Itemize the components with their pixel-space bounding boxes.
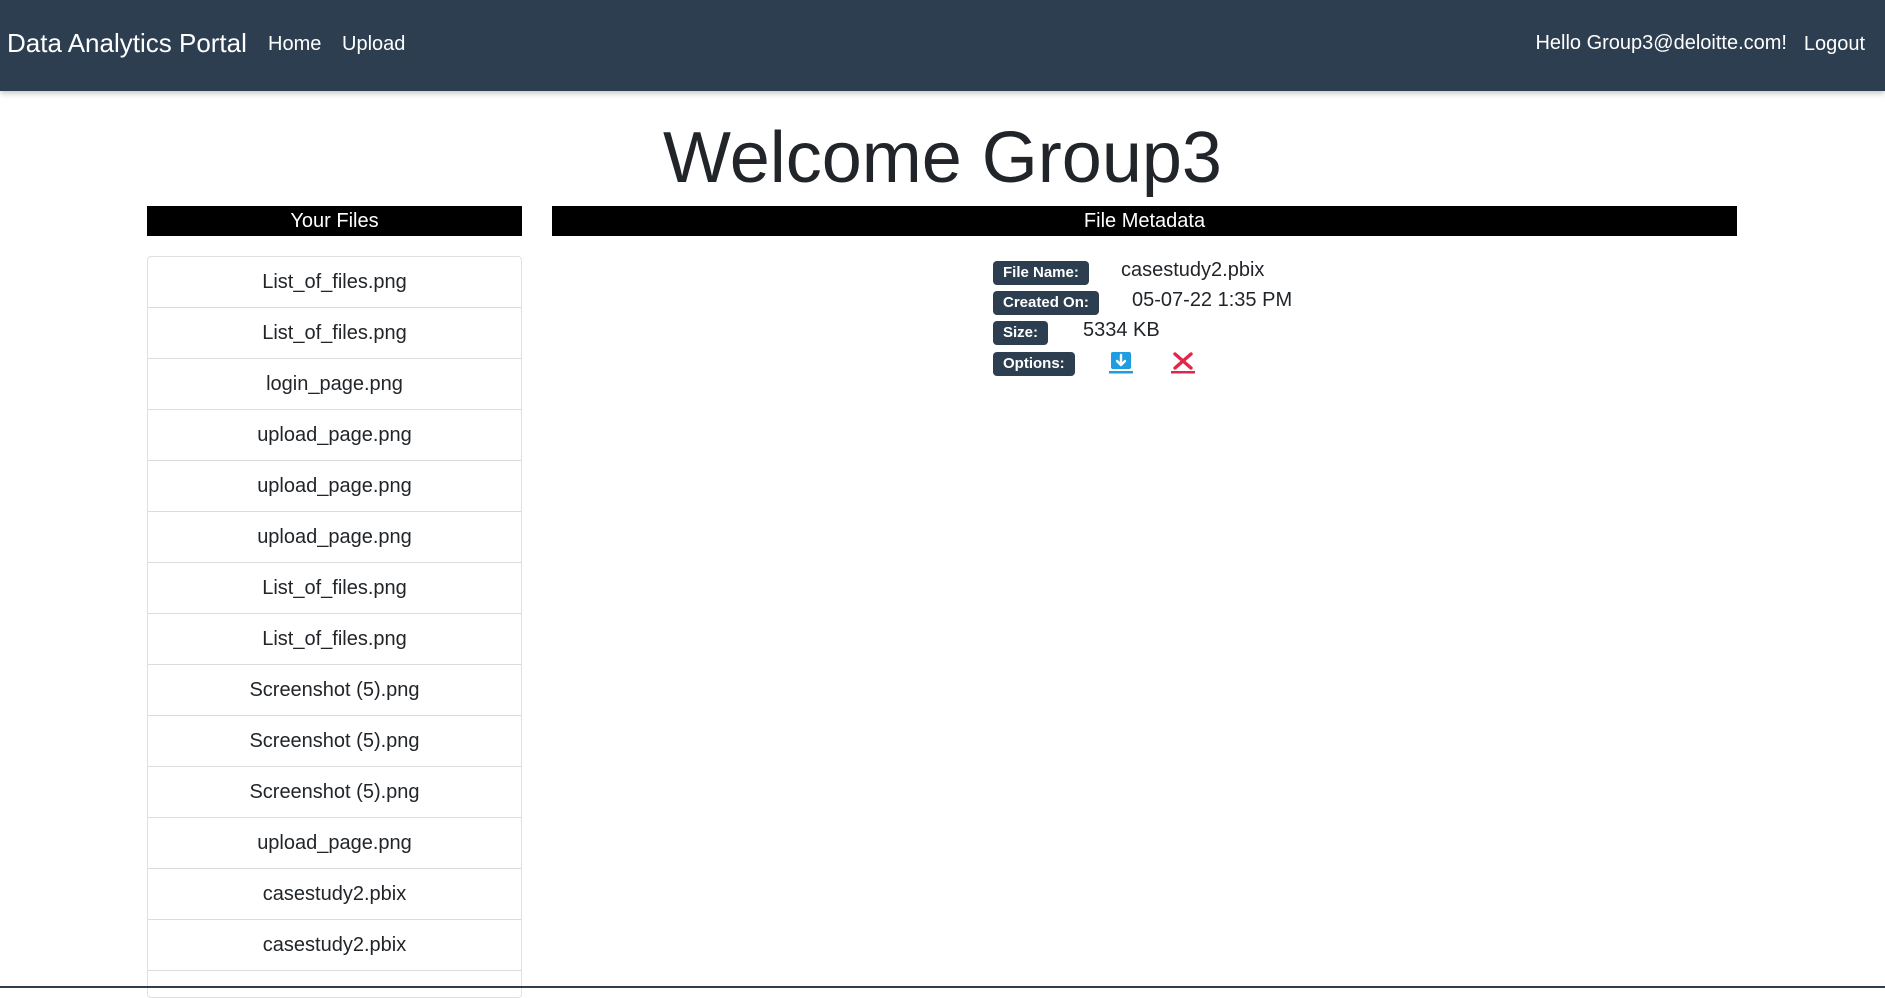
nav-home-link[interactable]: Home xyxy=(268,33,321,56)
brand-link[interactable]: Data Analytics Portal xyxy=(7,28,247,59)
file-list-item[interactable]: Screenshot (5).png xyxy=(148,665,521,716)
file-metadata-header: File Metadata xyxy=(552,206,1737,236)
created-on-badge: Created On: xyxy=(993,291,1099,315)
file-list-item[interactable]: Screenshot (5).png xyxy=(148,716,521,767)
file-list-item[interactable]: List_of_files.png xyxy=(148,308,521,359)
size-value: 5334 KB xyxy=(1083,319,1160,341)
options-badge: Options: xyxy=(993,352,1075,376)
file-list-item[interactable]: List_of_files.png xyxy=(148,614,521,665)
file-list-item[interactable]: upload_page.png xyxy=(148,512,521,563)
file-list-item[interactable]: upload_page.png xyxy=(148,461,521,512)
page-title: Welcome Group3 xyxy=(663,118,1222,198)
file-list: List_of_files.png List_of_files.png logi… xyxy=(147,256,522,998)
file-list-item[interactable]: casestudy2.pbix xyxy=(148,869,521,920)
logout-link[interactable]: Logout xyxy=(1804,33,1865,56)
file-list-item[interactable]: login_page.png xyxy=(148,359,521,410)
delete-icon[interactable] xyxy=(1169,350,1197,376)
file-list-item[interactable] xyxy=(148,971,521,997)
file-list-item[interactable]: casestudy2.pbix xyxy=(148,920,521,971)
user-greeting: Hello Group3@deloitte.com! xyxy=(1535,32,1787,54)
nav-upload-link[interactable]: Upload xyxy=(342,33,405,56)
file-list-item[interactable]: List_of_files.png xyxy=(148,257,521,308)
size-badge: Size: xyxy=(993,321,1049,345)
file-name-badge: File Name: xyxy=(993,261,1089,285)
download-icon[interactable] xyxy=(1107,350,1135,376)
your-files-header: Your Files xyxy=(147,206,522,236)
file-list-item[interactable]: upload_page.png xyxy=(148,818,521,869)
file-list-item[interactable]: upload_page.png xyxy=(148,410,521,461)
created-on-value: 05-07-22 1:35 PM xyxy=(1132,289,1293,311)
file-name-value: casestudy2.pbix xyxy=(1121,259,1265,281)
file-list-item[interactable]: List_of_files.png xyxy=(148,563,521,614)
file-list-item[interactable]: Screenshot (5).png xyxy=(148,767,521,818)
top-navbar: Data Analytics Portal Home Upload Hello … xyxy=(0,0,1885,91)
